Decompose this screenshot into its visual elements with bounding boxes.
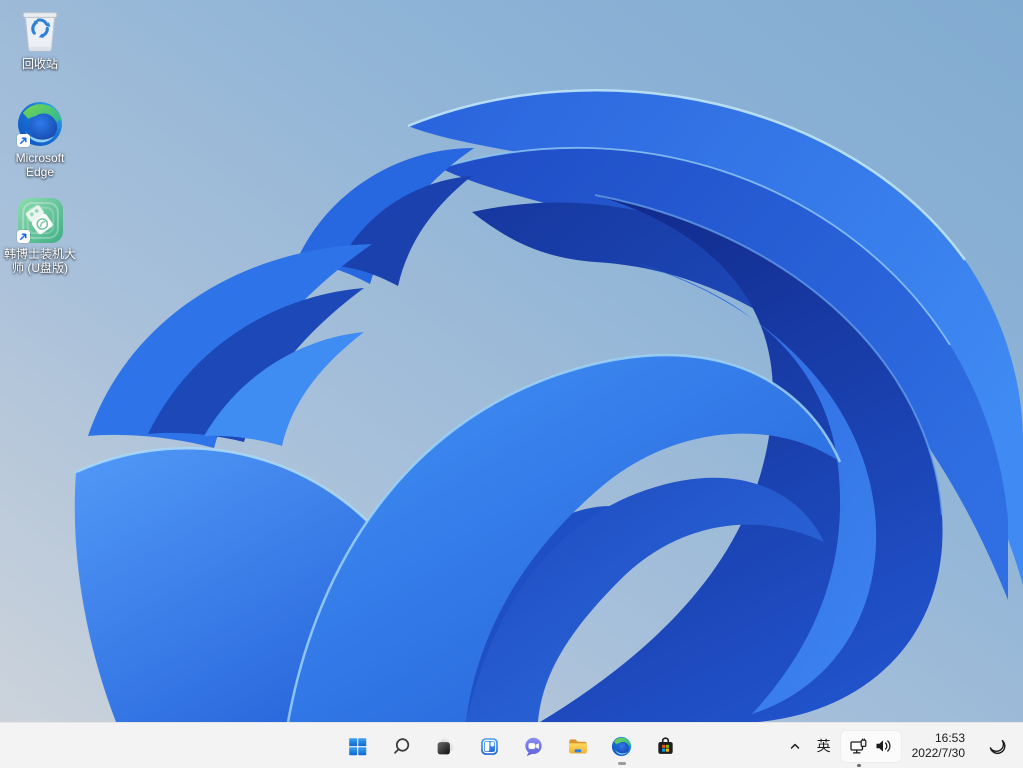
taskbar: 英 16:53 2022/7/30 [0, 722, 1023, 768]
clock-date: 2022/7/30 [911, 746, 965, 760]
desktop[interactable]: 回收站 Microsoft Edge 韩博士装机大师 (U盘版) 英 16:53… [0, 0, 1023, 768]
desktop-icon-microsoft-edge[interactable]: Microsoft Edge [1, 100, 79, 179]
tray-notification-dot [856, 764, 861, 767]
file-explorer-button[interactable] [558, 726, 598, 766]
search-icon [394, 737, 410, 754]
chevron-up-icon [790, 743, 799, 749]
search-button[interactable] [382, 726, 422, 766]
taskbar-center-icons [338, 723, 686, 769]
wallpaper-bloom [0, 0, 1023, 722]
edge-button[interactable] [602, 726, 642, 766]
crescent-moon-icon [989, 739, 1005, 754]
desktop-icon-label: 韩博士装机大师 (U盘版) [3, 247, 76, 276]
shortcut-arrow-icon [17, 230, 30, 243]
clock-time: 16:53 [934, 731, 965, 745]
chat-button[interactable] [514, 726, 554, 766]
clock[interactable]: 16:53 2022/7/30 [904, 728, 973, 764]
volume-icon [876, 740, 891, 752]
desktop-icon-label: Microsoft Edge [15, 151, 65, 180]
widgets-button[interactable] [470, 726, 510, 766]
edge-running-indicator [617, 762, 626, 765]
file-explorer-icon [568, 739, 587, 754]
widgets-icon [481, 737, 498, 755]
desktop-icon-hanboshi-usb[interactable]: 韩博士装机大师 (U盘版) [1, 196, 79, 275]
network-volume-button[interactable] [839, 729, 902, 767]
start-button[interactable] [338, 726, 378, 766]
desktop-icon-recycle-bin[interactable]: 回收站 [1, 6, 79, 71]
show-hidden-icons-button[interactable] [782, 728, 808, 764]
task-view-button[interactable] [426, 726, 466, 766]
windows-logo-icon [349, 737, 367, 755]
recycle-bin-icon [22, 12, 58, 52]
network-icon [849, 738, 867, 754]
chat-icon [525, 737, 542, 756]
store-button[interactable] [646, 726, 686, 766]
taskbar-tray: 英 16:53 2022/7/30 [782, 723, 1019, 769]
focus-assist-button[interactable] [975, 728, 1019, 764]
task-view-icon [437, 738, 454, 754]
desktop-icon-label: 回收站 [21, 57, 58, 71]
shortcut-arrow-icon [17, 134, 30, 147]
edge-icon [611, 736, 632, 756]
store-icon [658, 736, 673, 754]
ime-indicator[interactable]: 英 [810, 728, 838, 764]
